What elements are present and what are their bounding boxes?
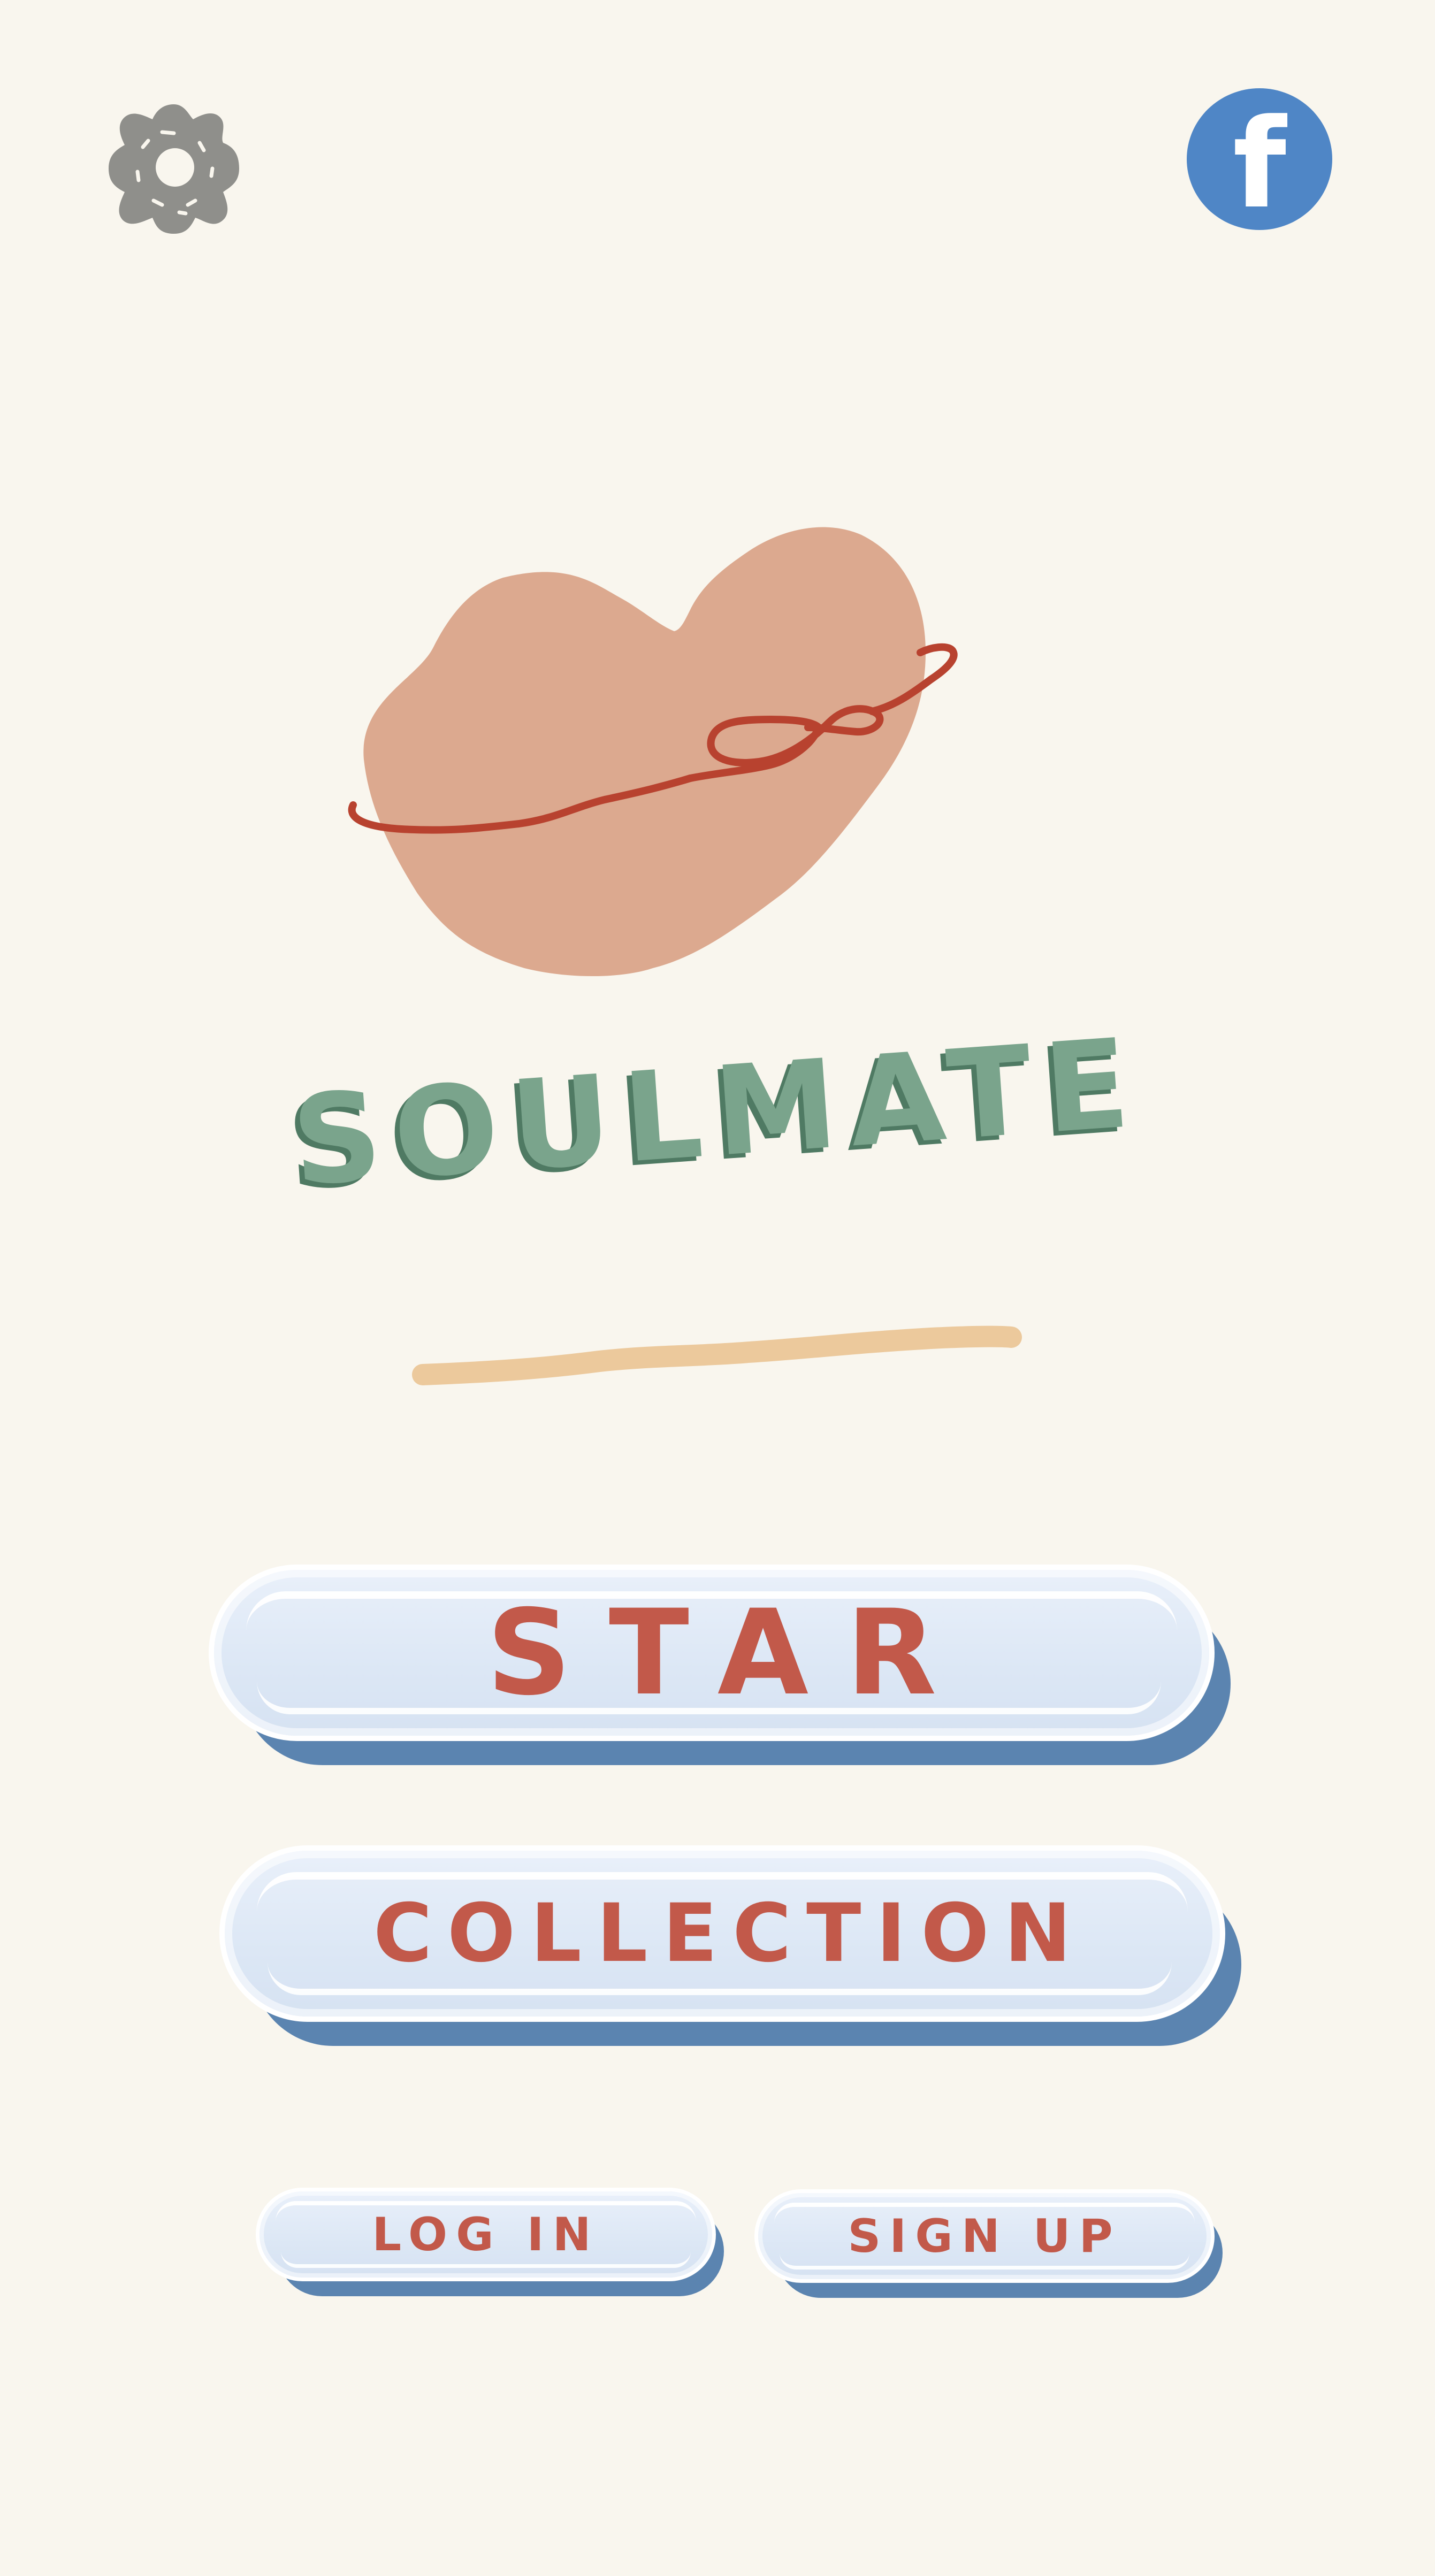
start-button[interactable]: STAR xyxy=(209,1565,1231,1765)
heart-with-red-string-icon xyxy=(348,527,958,976)
title-text: SOULMATE xyxy=(287,1011,1147,1214)
gear-icon xyxy=(109,104,239,234)
facebook-icon: f xyxy=(1232,93,1287,236)
login-button[interactable]: LOG IN xyxy=(256,2188,724,2296)
facebook-button[interactable]: f xyxy=(1187,88,1332,230)
collection-button-label: COLLECTION xyxy=(373,1887,1087,1980)
login-button-label: LOG IN xyxy=(372,2207,600,2261)
settings-button[interactable] xyxy=(99,94,249,243)
signup-button-label: SIGN UP xyxy=(848,2209,1121,2263)
collection-button[interactable]: COLLECTION xyxy=(219,1845,1241,2046)
signup-button[interactable]: SIGN UP xyxy=(754,2189,1223,2298)
title-underline xyxy=(407,1305,1038,1391)
start-button-label: STAR xyxy=(486,1584,974,1721)
heart-logo xyxy=(342,508,1070,1022)
